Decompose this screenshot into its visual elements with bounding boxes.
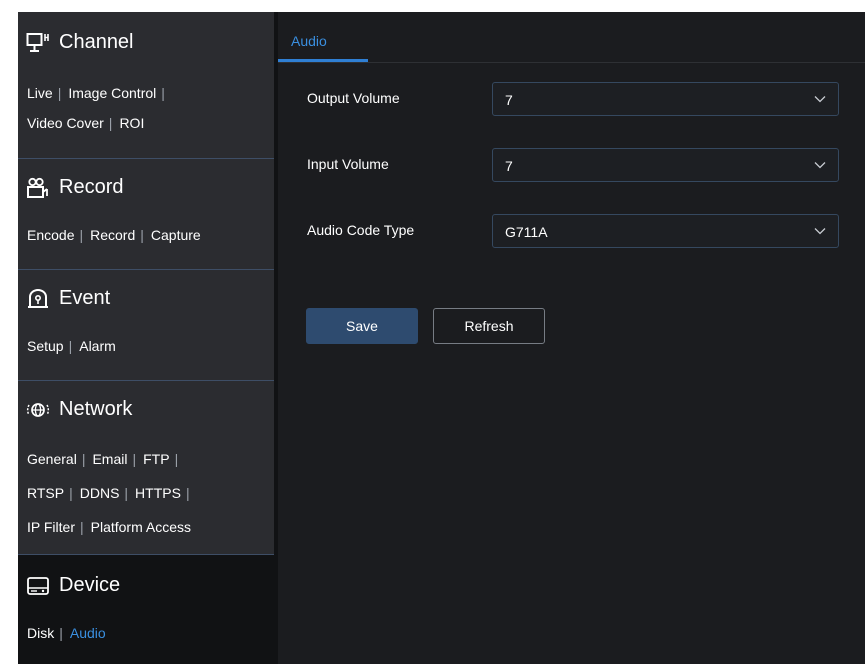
link-setup[interactable]: Setup [27, 338, 64, 354]
chevron-down-icon [814, 228, 826, 235]
link-platform-access[interactable]: Platform Access [91, 519, 191, 535]
main-panel: Audio Output Volume 7 Input Volume 7 Aud… [278, 12, 865, 664]
link-email[interactable]: Email [92, 451, 127, 467]
output-volume-row: Output Volume 7 [278, 82, 865, 116]
record-links: Encode | Record | Capture [27, 227, 201, 243]
event-links: Setup | Alarm [27, 338, 116, 354]
output-volume-select[interactable]: 7 [492, 82, 839, 116]
device-links: Disk | Audio [27, 625, 106, 641]
output-volume-label: Output Volume [307, 90, 400, 106]
chevron-down-icon [814, 162, 826, 169]
sidebar-section-channel: Channel Live | Image Control | Video Cover |… [18, 12, 274, 159]
link-https[interactable]: HTTPS [135, 485, 181, 501]
alarm-icon [28, 288, 48, 308]
link-encode[interactable]: Encode [27, 227, 74, 243]
link-ftp[interactable]: FTP [143, 451, 169, 467]
link-image-control[interactable]: Image Control [68, 85, 156, 101]
link-disk[interactable]: Disk [27, 625, 54, 641]
audio-code-type-value: G711A [505, 224, 548, 240]
input-volume-value: 7 [505, 158, 513, 174]
network-links: General | Email | FTP | RTSP | DDNS | HTTPS | IP F… [27, 451, 191, 535]
refresh-button[interactable]: Refresh [433, 308, 545, 344]
save-button[interactable]: Save [306, 308, 418, 344]
device-icon [27, 576, 49, 595]
sidebar-header-network[interactable]: Network [26, 398, 132, 421]
sidebar-title-channel: Channel [59, 31, 134, 53]
sidebar-header-event[interactable]: Event [26, 287, 110, 310]
channel-links: Live | Image Control | Video Cover | ROI [27, 85, 165, 131]
camera-icon [27, 177, 48, 198]
link-general[interactable]: General [27, 451, 77, 467]
link-alarm[interactable]: Alarm [79, 338, 116, 354]
input-volume-label: Input Volume [307, 156, 389, 172]
sidebar-section-record: Record Encode | Record | Capture [18, 159, 274, 270]
sidebar-title-event: Event [59, 287, 111, 309]
monitor-icon [26, 32, 49, 52]
sidebar-title-network: Network [59, 398, 133, 420]
sidebar: Channel Live | Image Control | Video Cover |… [18, 12, 274, 664]
output-volume-value: 7 [505, 92, 513, 108]
sidebar-title-record: Record [59, 176, 124, 198]
tab-bar: Audio [278, 12, 865, 63]
link-record[interactable]: Record [90, 227, 135, 243]
tab-audio[interactable]: Audio [291, 33, 327, 49]
audio-code-type-select[interactable]: G711A [492, 214, 839, 248]
chevron-down-icon [814, 96, 826, 103]
link-capture[interactable]: Capture [151, 227, 201, 243]
sidebar-header-channel[interactable]: Channel [26, 31, 134, 54]
sidebar-section-device: Device Disk | Audio [18, 555, 274, 664]
input-volume-select[interactable]: 7 [492, 148, 839, 182]
link-video-cover[interactable]: Video Cover [27, 115, 104, 131]
sidebar-header-device[interactable]: Device [26, 574, 120, 597]
app-window: Channel Live | Image Control | Video Cover |… [18, 12, 865, 664]
audio-code-type-label: Audio Code Type [307, 222, 415, 238]
link-ip-filter[interactable]: IP Filter [27, 519, 75, 535]
sidebar-header-record[interactable]: Record [26, 176, 123, 199]
audio-code-type-row: Audio Code Type G711A [278, 214, 865, 248]
link-rtsp[interactable]: RTSP [27, 485, 64, 501]
link-roi[interactable]: ROI [119, 115, 144, 131]
sidebar-title-device: Device [59, 574, 121, 596]
sidebar-section-event: Event Setup | Alarm [18, 270, 274, 381]
input-volume-row: Input Volume 7 [278, 148, 865, 182]
globe-icon [26, 402, 50, 417]
link-audio[interactable]: Audio [70, 625, 106, 641]
link-live[interactable]: Live [27, 85, 53, 101]
sidebar-section-network: Network General | Email | FTP | RTSP | DDNS | HTT… [18, 381, 274, 555]
tab-active-indicator [278, 59, 368, 62]
link-ddns[interactable]: DDNS [80, 485, 120, 501]
